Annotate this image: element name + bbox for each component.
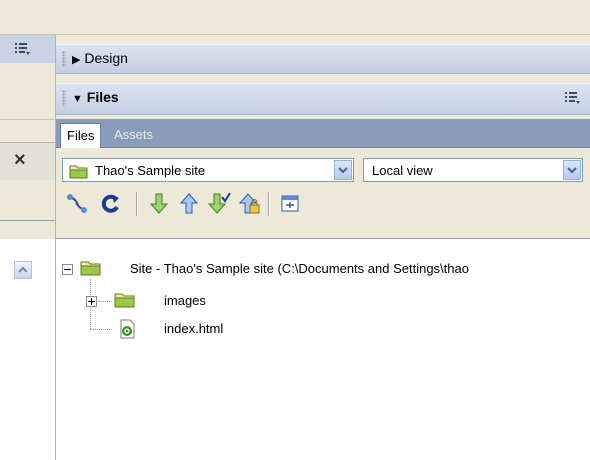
top-strip [0, 0, 590, 35]
refresh-icon[interactable] [98, 191, 124, 217]
tab-assets[interactable]: Assets [108, 123, 159, 147]
chevron-down-icon [567, 167, 577, 174]
grip-icon[interactable] [62, 51, 66, 67]
tree-item-label: index.html [164, 321, 224, 336]
html-file-icon [120, 319, 135, 339]
toolbar-separator [268, 192, 270, 216]
files-panel-header[interactable]: ▼ Files [56, 83, 590, 115]
tab-files[interactable]: Files [60, 123, 102, 148]
check-in-icon[interactable] [236, 191, 262, 217]
files-toolbar: Thao's Sample site Local view [56, 148, 590, 239]
expand-toggle[interactable] [86, 296, 97, 307]
collapse-arrow-icon: ▼ [72, 93, 83, 105]
collapse-toggle[interactable] [62, 264, 73, 275]
site-folder-icon [80, 261, 101, 276]
panel-options-icon[interactable] [14, 41, 32, 57]
left-panel: × [0, 35, 56, 460]
left-panel-header [0, 35, 55, 64]
toolbar-separator [136, 192, 138, 216]
dropdown-button[interactable] [334, 160, 352, 180]
dropdown-button[interactable] [563, 160, 581, 180]
site-select-value: Thao's Sample site [95, 163, 206, 178]
left-panel-band [0, 180, 55, 221]
view-select-value: Local view [372, 163, 433, 178]
grip-icon[interactable] [62, 90, 66, 106]
folder-icon [69, 165, 88, 179]
scroll-up-button[interactable] [14, 261, 32, 279]
put-files-icon[interactable] [176, 191, 202, 217]
left-panel-tab: × [0, 142, 56, 182]
tree-connector [90, 329, 112, 331]
check-out-icon[interactable] [206, 191, 232, 217]
close-icon[interactable]: × [14, 149, 26, 172]
folder-icon [114, 293, 135, 308]
file-tree: Site - Thao's Sample site (C:\Documents … [56, 239, 590, 460]
design-panel-header[interactable]: ▶ Design [56, 44, 590, 74]
tree-root[interactable]: Site - Thao's Sample site (C:\Documents … [62, 259, 590, 279]
expand-arrow-icon: ▶ [72, 54, 81, 66]
expand-icon[interactable] [278, 191, 304, 217]
design-panel-title: Design [84, 50, 128, 66]
chevron-down-icon [338, 167, 348, 174]
tree-item-index-html[interactable]: index.html [112, 319, 412, 339]
files-panel-title: Files [86, 89, 119, 105]
tab-strip: Files Assets [56, 119, 590, 148]
get-files-icon[interactable] [146, 191, 172, 217]
chevron-up-icon [18, 266, 28, 273]
connect-icon[interactable] [64, 191, 90, 217]
site-select[interactable]: Thao's Sample site [62, 158, 354, 182]
tree-root-label: Site - Thao's Sample site (C:\Documents … [130, 261, 469, 276]
view-select[interactable]: Local view [363, 158, 583, 182]
tree-item-label: images [164, 293, 206, 308]
panel-options-icon[interactable] [564, 90, 580, 104]
tree-item-images[interactable]: images [86, 291, 386, 311]
left-panel-blank [0, 63, 55, 120]
